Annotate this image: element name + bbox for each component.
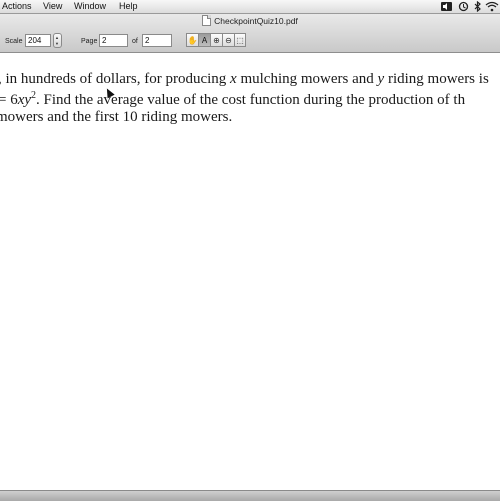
of-label: of [132,38,138,45]
bluetooth-icon[interactable] [473,1,482,12]
scale-field[interactable]: 204 [25,34,51,47]
hand-tool-icon[interactable]: ✋ [186,33,198,47]
menu-actions[interactable]: Actions [2,1,32,12]
text-line-2: = 6xy2. Find the average value of the co… [0,90,466,108]
menu-view[interactable]: View [43,1,62,12]
preview-toolbar: CheckpointQuiz10.pdf Scale 204 ▲ ▼ Page … [0,14,500,53]
zoom-in-icon[interactable]: ⊕ [210,33,222,47]
scale-label: Scale [5,38,23,45]
pdf-page[interactable]: , in hundreds of dollars, for producing … [0,53,500,490]
menu-window[interactable]: Window [74,1,106,12]
text-line-3: mowers and the first 10 riding mowers. [0,109,233,125]
speaker-icon[interactable] [440,1,453,12]
time-machine-icon[interactable] [458,1,469,12]
page-field[interactable]: 2 [99,34,128,47]
tool-buttons: ✋ A ⊕ ⊖ ⬚ [186,33,246,47]
stepper-up-icon[interactable]: ▲ [55,36,59,40]
page-label: Page [81,38,98,45]
menu-help[interactable]: Help [119,1,138,12]
text-line-1: , in hundreds of dollars, for producing … [0,71,489,87]
zoom-out-icon[interactable]: ⊖ [222,33,234,47]
pdf-file-icon [202,15,212,26]
text-select-tool-icon[interactable]: A [198,33,210,47]
window-bottom-bar [0,490,500,501]
stepper-down-icon[interactable]: ▼ [55,42,59,46]
page-total-field: 2 [142,34,172,47]
wifi-icon[interactable] [485,1,499,12]
menu-bar: Actions View Window Help [0,0,500,14]
select-area-icon[interactable]: ⬚ [234,33,246,47]
document-title: CheckpointQuiz10.pdf [214,16,298,26]
scale-stepper[interactable]: ▲ ▼ [53,33,62,48]
window-title: CheckpointQuiz10.pdf [0,15,500,27]
